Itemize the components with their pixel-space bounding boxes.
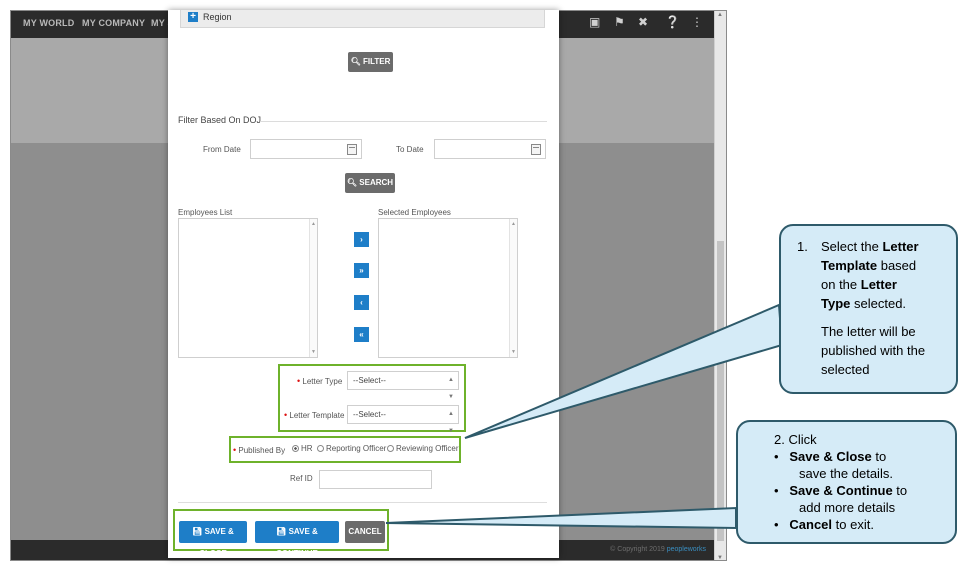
callout1-number: 1. [797, 239, 808, 254]
callout-letter-template: 1. Select the Letter Template based on t… [779, 224, 958, 394]
callout2-pointer [385, 506, 737, 530]
callout1-pointer [464, 303, 784, 439]
callout-save-actions: 2. Click • Save & Close to save the deta… [736, 420, 957, 544]
callout1-text: Select the Letter Template based on the … [821, 239, 926, 377]
callout2-text: 2. Click • Save & Close to save the deta… [774, 432, 908, 532]
